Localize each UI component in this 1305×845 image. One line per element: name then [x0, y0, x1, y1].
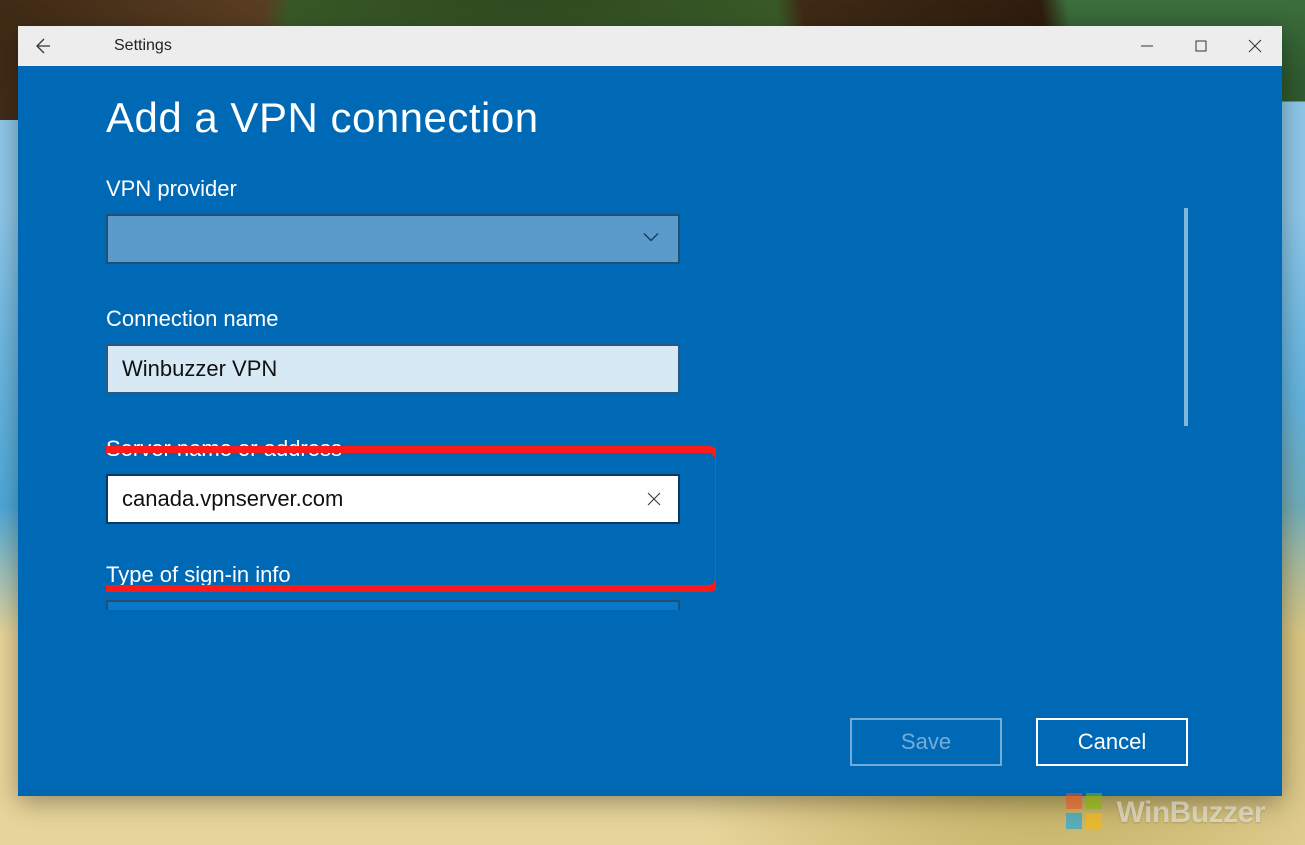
window-title: Settings: [114, 37, 172, 55]
back-button[interactable]: [18, 26, 66, 66]
minimize-button[interactable]: [1120, 26, 1174, 66]
label-signin-type: Type of sign-in info: [106, 562, 716, 588]
chevron-down-icon: [640, 226, 662, 253]
close-icon: [1248, 39, 1262, 53]
server-address-value[interactable]: [122, 486, 634, 512]
field-vpn-provider: VPN provider: [106, 176, 716, 264]
dialog-scrollbar[interactable]: [1184, 208, 1188, 426]
maximize-button[interactable]: [1174, 26, 1228, 66]
vpn-provider-dropdown[interactable]: [106, 214, 680, 264]
field-server-address: Server name or address: [106, 436, 716, 524]
add-vpn-dialog: Add a VPN connection VPN provider Connec…: [18, 66, 1282, 796]
save-button[interactable]: Save: [850, 718, 1002, 766]
field-signin-type: Type of sign-in info: [106, 562, 716, 610]
connection-name-value: Winbuzzer VPN: [122, 356, 277, 382]
x-icon: [645, 490, 663, 508]
close-button[interactable]: [1228, 26, 1282, 66]
clear-input-button[interactable]: [642, 487, 666, 511]
dialog-button-row: Save Cancel: [850, 718, 1188, 766]
label-connection-name: Connection name: [106, 306, 716, 332]
connection-name-input[interactable]: Winbuzzer VPN: [106, 344, 680, 394]
field-connection-name: Connection name Winbuzzer VPN: [106, 306, 716, 394]
cancel-button[interactable]: Cancel: [1036, 718, 1188, 766]
maximize-icon: [1195, 40, 1207, 52]
form-fields: VPN provider Connection name Winbuzzer V…: [106, 176, 716, 656]
settings-window: Settings Mobile hotspo: [18, 26, 1282, 796]
window-controls: [1120, 26, 1282, 66]
signin-type-dropdown[interactable]: [106, 600, 680, 610]
arrow-left-icon: [32, 36, 52, 56]
server-address-input[interactable]: [106, 474, 680, 524]
label-vpn-provider: VPN provider: [106, 176, 716, 202]
titlebar: Settings: [18, 26, 1282, 66]
label-server-address: Server name or address: [106, 436, 716, 462]
dialog-title: Add a VPN connection: [106, 94, 1282, 142]
minimize-icon: [1140, 39, 1154, 53]
